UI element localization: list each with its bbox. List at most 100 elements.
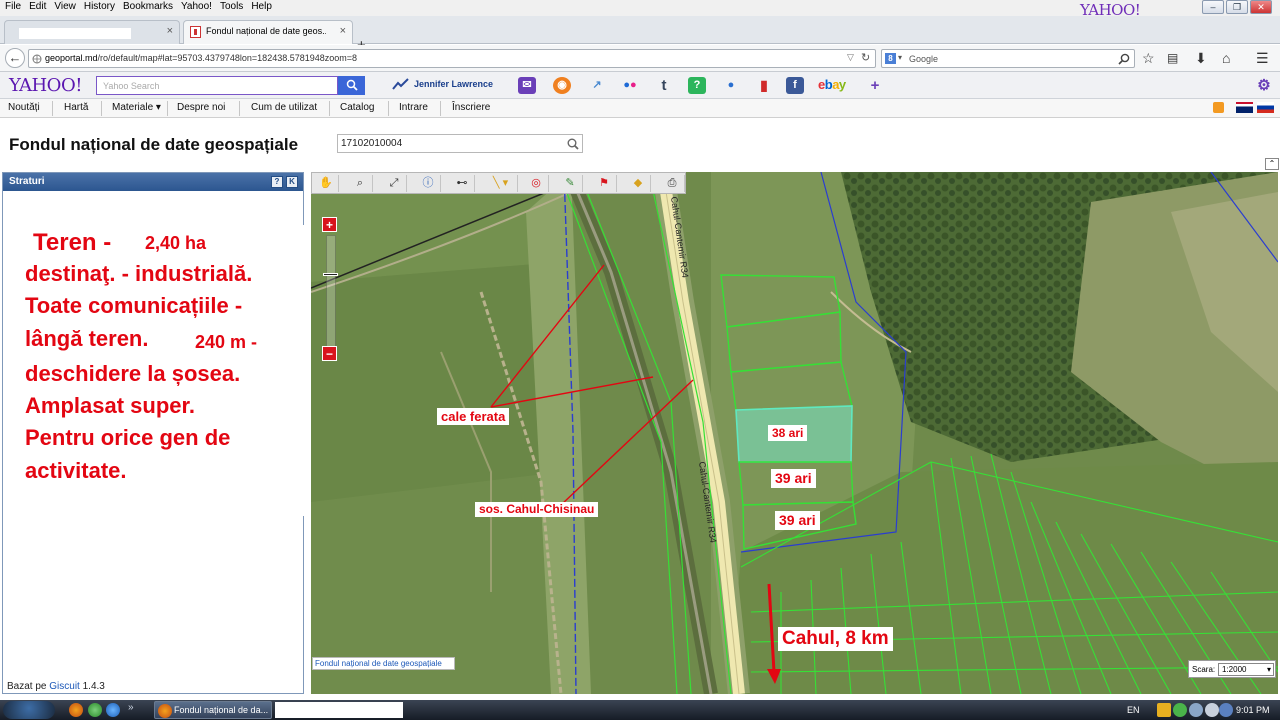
- taskbar-blank-window[interactable]: [275, 702, 403, 718]
- scale-select[interactable]: 1:2000: [1218, 663, 1274, 676]
- tray-display-icon[interactable]: [1189, 703, 1203, 717]
- site-menu-news[interactable]: Noutăți: [8, 102, 40, 113]
- close-window-button[interactable]: ✕: [1250, 0, 1272, 14]
- info-icon[interactable]: ⓘ: [416, 175, 441, 192]
- chrome-icon[interactable]: [88, 703, 102, 717]
- taskbar-firefox-window[interactable]: Fondul național de da...: [154, 701, 272, 719]
- minimize-button[interactable]: ‒: [1202, 0, 1224, 14]
- tab-2[interactable]: Fondul național de date geos... ×: [183, 20, 353, 44]
- bookmark-icon[interactable]: ▮: [755, 77, 773, 94]
- menu-tools[interactable]: Tools: [215, 0, 246, 12]
- restore-button[interactable]: ❐: [1226, 0, 1248, 14]
- collapse-header-icon[interactable]: ⌃: [1265, 158, 1279, 170]
- bookmark-star-icon[interactable]: ☆: [1142, 50, 1155, 67]
- label-highway: sos. Cahul-Chisinau: [475, 502, 599, 517]
- site-menu-register[interactable]: Înscriere: [452, 102, 490, 113]
- site-menu-login[interactable]: Intrare: [399, 102, 428, 113]
- zoom-slider-handle[interactable]: [323, 273, 338, 276]
- flickr-icon[interactable]: ●●: [621, 77, 639, 94]
- zoom-box-icon[interactable]: ⌕: [348, 175, 373, 192]
- taskbar-clock[interactable]: 9:01 PM: [1236, 705, 1270, 715]
- tab-close-icon[interactable]: ×: [340, 25, 346, 37]
- menu-edit[interactable]: Edit: [24, 0, 49, 12]
- zoom-in-button[interactable]: +: [322, 217, 337, 232]
- facebook-icon[interactable]: f: [786, 77, 804, 94]
- flag-ru-icon[interactable]: [1257, 102, 1274, 113]
- site-menu-about[interactable]: Despre noi: [177, 102, 225, 113]
- tray-app-icon[interactable]: [1157, 703, 1171, 717]
- pan-hand-icon[interactable]: ✋: [314, 175, 339, 192]
- menu-file[interactable]: File: [0, 0, 24, 12]
- firefox-icon[interactable]: [69, 703, 83, 717]
- giscuit-link[interactable]: Giscuit: [49, 681, 80, 692]
- menu-icon[interactable]: ☰: [1256, 50, 1269, 67]
- internet-explorer-icon[interactable]: [106, 703, 120, 717]
- tab-1[interactable]: ×: [4, 20, 180, 44]
- site-menu-map[interactable]: Hartă: [64, 102, 88, 113]
- search-icon[interactable]: [567, 138, 579, 150]
- zoom-slider-track[interactable]: [326, 235, 336, 347]
- collapse-panel-button[interactable]: K: [286, 176, 298, 188]
- cadastral-search-input[interactable]: 17102010004: [337, 134, 583, 153]
- target-icon[interactable]: ◎: [524, 175, 549, 192]
- yahoo-search-input[interactable]: Yahoo Search: [96, 76, 338, 95]
- ad-line-7: Pentru orice gen de: [25, 425, 231, 450]
- web-search-field[interactable]: 8 ▾ Google: [881, 49, 1135, 68]
- zoom-out-button[interactable]: −: [322, 346, 337, 361]
- back-button[interactable]: ←: [5, 48, 25, 68]
- url-field[interactable]: geoportal.md/ro/default/map#lat=95703.43…: [28, 49, 876, 68]
- site-menu-materials[interactable]: Materiale ▾: [112, 102, 161, 113]
- print-icon[interactable]: ⎙: [660, 175, 685, 192]
- menu-bookmarks[interactable]: Bookmarks: [118, 0, 176, 12]
- finance-icon[interactable]: ↗: [588, 77, 606, 94]
- tab-close-icon[interactable]: ×: [167, 25, 173, 37]
- help-button[interactable]: ?: [271, 176, 283, 188]
- language-indicator[interactable]: EN: [1127, 705, 1140, 715]
- map-attribution-link[interactable]: Fondul național de date geospațiale: [312, 657, 455, 670]
- tray-flag-icon[interactable]: [1219, 703, 1233, 717]
- rss-icon[interactable]: [1213, 102, 1224, 113]
- directions-icon[interactable]: ◆: [626, 175, 651, 192]
- search-engine-icon[interactable]: 8: [885, 53, 896, 64]
- settings-gear-icon[interactable]: ⚙: [1255, 77, 1273, 94]
- add-icon[interactable]: +: [866, 77, 884, 94]
- search-icon[interactable]: [1118, 53, 1130, 65]
- firefox-icon: [158, 704, 172, 718]
- ad-line-4a: lângă teren.: [25, 326, 149, 351]
- flag-en-icon[interactable]: [1236, 102, 1253, 113]
- overflow-chevron-icon[interactable]: »: [128, 702, 134, 713]
- powered-by-prefix: Bazat pe: [7, 681, 47, 692]
- tray-speaker-icon[interactable]: [1205, 703, 1219, 717]
- trending-topic-link[interactable]: Jennifer Lawrence: [414, 79, 493, 89]
- url-path: /ro/default/map#lat=95703.4379748lon=182…: [97, 53, 358, 63]
- menu-yahoo[interactable]: Yahoo!: [176, 0, 215, 12]
- answers-icon[interactable]: ?: [688, 77, 706, 94]
- site-menu-howto[interactable]: Cum de utilizat: [251, 102, 317, 113]
- flag-icon[interactable]: ⚑: [592, 175, 617, 192]
- menu-help[interactable]: Help: [246, 0, 275, 12]
- binoculars-icon[interactable]: ⊷: [450, 175, 475, 192]
- contacts-icon[interactable]: ●: [722, 77, 740, 94]
- layer-style-icon[interactable]: ✎: [558, 175, 583, 192]
- powered-by-version: 1.4.3: [82, 681, 105, 692]
- reload-icon[interactable]: ↻: [861, 51, 870, 64]
- tumblr-icon[interactable]: t: [655, 77, 673, 94]
- yahoo-search-button[interactable]: [338, 76, 365, 95]
- menu-view[interactable]: View: [49, 0, 79, 12]
- ebay-link[interactable]: ebay: [818, 77, 846, 92]
- site-menu-catalog[interactable]: Catalog: [340, 102, 374, 113]
- taskbar: » Fondul național de da... EN 9:01 PM: [0, 700, 1280, 720]
- browser-menu-bar: File Edit View History Bookmarks Yahoo! Tools H…: [0, 0, 1280, 19]
- start-button[interactable]: [3, 701, 55, 719]
- measure-icon[interactable]: ╲ ▾: [484, 175, 518, 192]
- tray-network-icon[interactable]: [1173, 703, 1187, 717]
- download-icon[interactable]: ⬇: [1195, 50, 1207, 67]
- mail-icon[interactable]: ✉: [518, 77, 536, 94]
- sports-icon[interactable]: ◉: [553, 77, 571, 94]
- menu-history[interactable]: History: [79, 0, 118, 12]
- home-icon[interactable]: ⌂: [1222, 50, 1230, 66]
- dropdown-arrow-icon[interactable]: ▽: [847, 52, 854, 63]
- full-extent-icon[interactable]: ⤢: [382, 175, 407, 192]
- yahoo-logo[interactable]: YAHOO!: [9, 75, 82, 96]
- bookmarks-list-icon[interactable]: ▤: [1167, 51, 1178, 65]
